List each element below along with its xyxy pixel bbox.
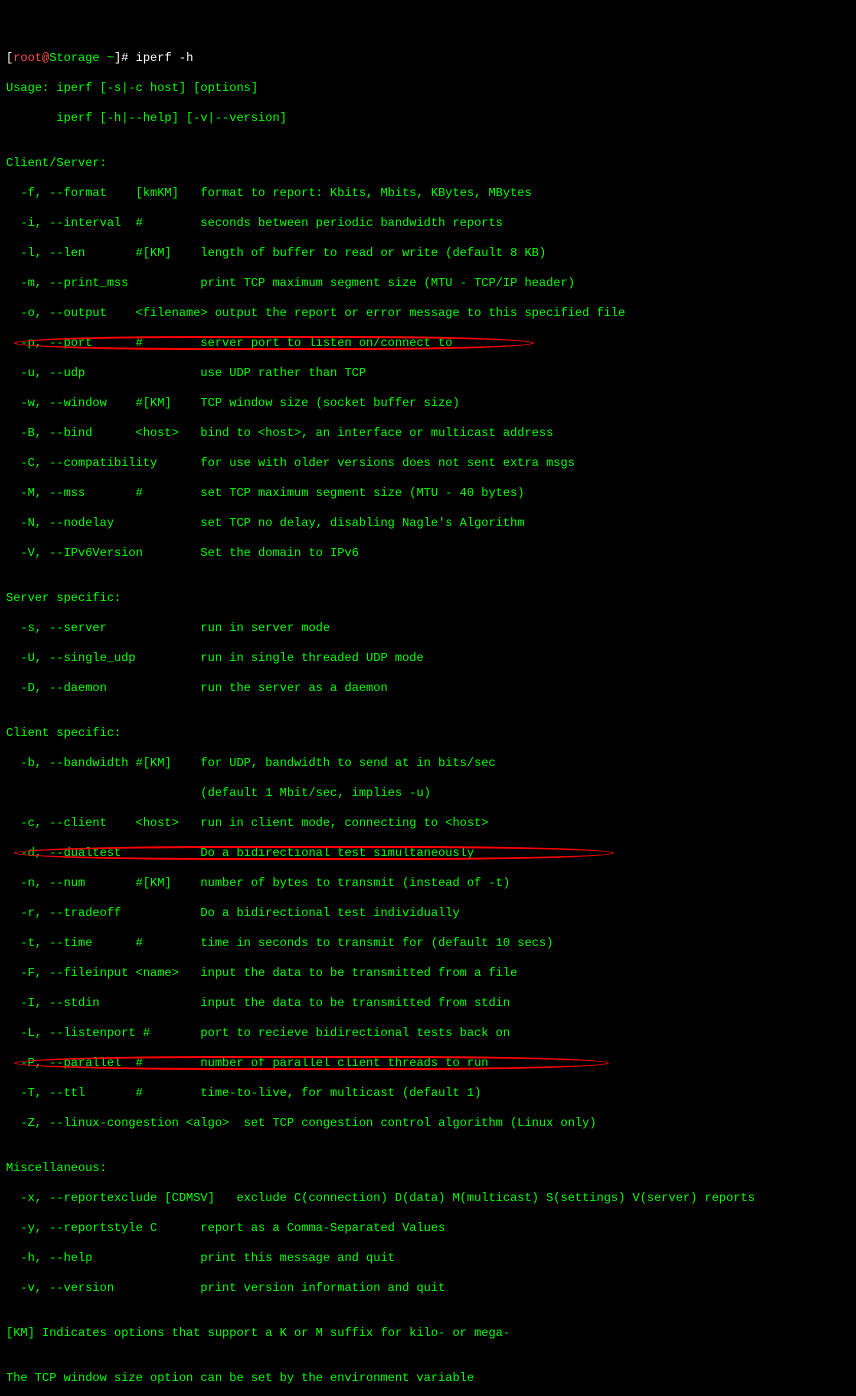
opt-tradeoff: -r, --tradeoff Do a bidirectional test i… <box>6 906 850 921</box>
opt-compatibility: -C, --compatibility for use with older v… <box>6 456 850 471</box>
opt-len: -l, --len #[KM] length of buffer to read… <box>6 246 850 261</box>
opt-fileinput: -F, --fileinput <name> input the data to… <box>6 966 850 981</box>
prompt-user: root <box>13 51 42 65</box>
opt-print-mss: -m, --print_mss print TCP maximum segmen… <box>6 276 850 291</box>
opt-reportstyle: -y, --reportstyle C report as a Comma-Se… <box>6 1221 850 1236</box>
command: iperf -h <box>128 51 193 65</box>
prompt-line-1[interactable]: [root@Storage ~]# iperf -h <box>6 51 850 66</box>
opt-bandwidth-2: (default 1 Mbit/sec, implies -u) <box>6 786 850 801</box>
opt-time: -t, --time # time in seconds to transmit… <box>6 936 850 951</box>
opt-server: -s, --server run in server mode <box>6 621 850 636</box>
opt-version: -v, --version print version information … <box>6 1281 850 1296</box>
opt-stdin: -I, --stdin input the data to be transmi… <box>6 996 850 1011</box>
opt-mss: -M, --mss # set TCP maximum segment size… <box>6 486 850 501</box>
usage-1: Usage: iperf [-s|-c host] [options] <box>6 81 850 96</box>
opt-linux-congestion: -Z, --linux-congestion <algo> set TCP co… <box>6 1116 850 1131</box>
section-server: Server specific: <box>6 591 850 606</box>
tcp-note-1: The TCP window size option can be set by… <box>6 1371 850 1386</box>
highlight-circle-icon <box>14 336 534 350</box>
opt-single-udp: -U, --single_udp run in single threaded … <box>6 651 850 666</box>
opt-listenport: -L, --listenport # port to recieve bidir… <box>6 1026 850 1041</box>
opt-ttl: -T, --ttl # time-to-live, for multicast … <box>6 1086 850 1101</box>
opt-output: -o, --output <filename> output the repor… <box>6 306 850 321</box>
highlight-circle-icon <box>14 1056 609 1070</box>
opt-ipv6: -V, --IPv6Version Set the domain to IPv6 <box>6 546 850 561</box>
opt-udp: -u, --udp use UDP rather than TCP <box>6 366 850 381</box>
opt-nodelay: -N, --nodelay set TCP no delay, disablin… <box>6 516 850 531</box>
opt-window: -w, --window #[KM] TCP window size (sock… <box>6 396 850 411</box>
opt-bind: -B, --bind <host> bind to <host>, an int… <box>6 426 850 441</box>
opt-client: -c, --client <host> run in client mode, … <box>6 816 850 831</box>
km-note: [KM] Indicates options that support a K … <box>6 1326 850 1341</box>
highlight-circle-icon <box>14 846 614 860</box>
section-misc: Miscellaneous: <box>6 1161 850 1176</box>
opt-port: -p, --port # server port to listen on/co… <box>6 336 850 351</box>
opt-interval: -i, --interval # seconds between periodi… <box>6 216 850 231</box>
opt-help: -h, --help print this message and quit <box>6 1251 850 1266</box>
opt-dualtest: -d, --dualtest Do a bidirectional test s… <box>6 846 850 861</box>
opt-num: -n, --num #[KM] number of bytes to trans… <box>6 876 850 891</box>
usage-2: iperf [-h|--help] [-v|--version] <box>6 111 850 126</box>
opt-reportexclude: -x, --reportexclude [CDMSV] exclude C(co… <box>6 1191 850 1206</box>
opt-daemon: -D, --daemon run the server as a daemon <box>6 681 850 696</box>
section-client: Client specific: <box>6 726 850 741</box>
opt-parallel: -P, --parallel # number of parallel clie… <box>6 1056 850 1071</box>
opt-format: -f, --format [kmKM] format to report: Kb… <box>6 186 850 201</box>
opt-bandwidth: -b, --bandwidth #[KM] for UDP, bandwidth… <box>6 756 850 771</box>
section-client-server: Client/Server: <box>6 156 850 171</box>
